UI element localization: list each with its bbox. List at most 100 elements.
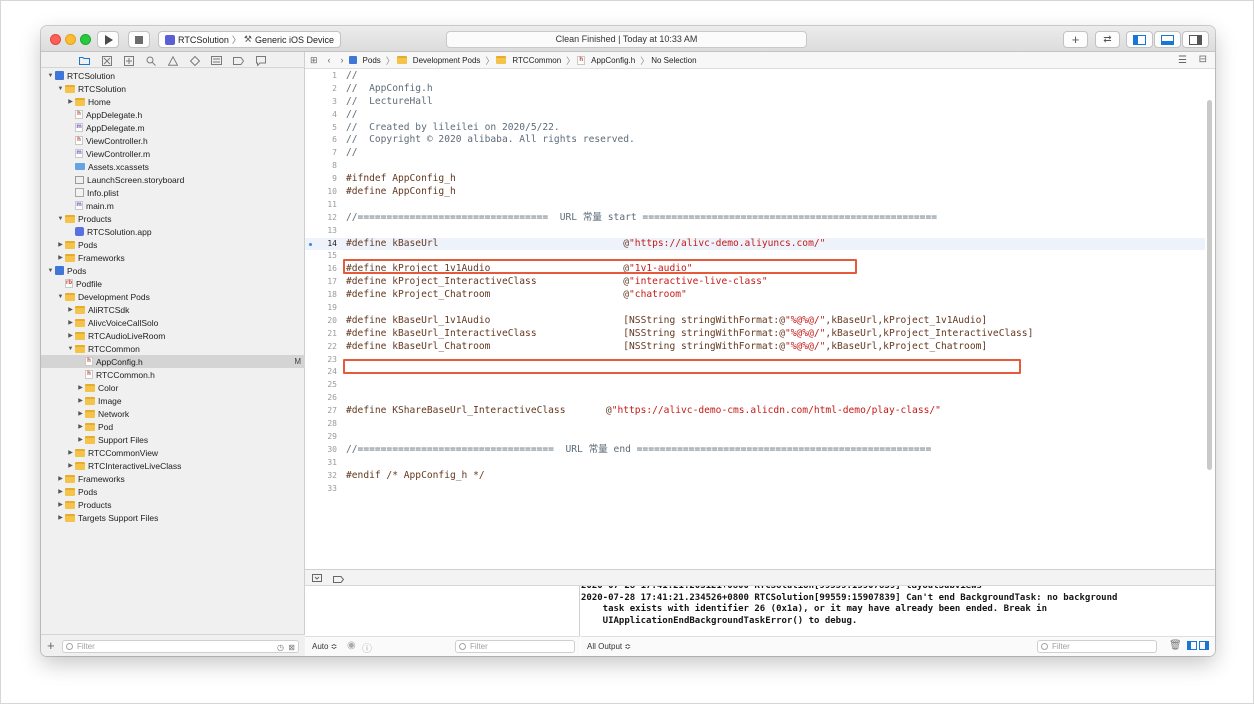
disclosure-collapsed-icon[interactable]: ▶: [76, 397, 85, 404]
code-line[interactable]: 25: [305, 379, 1205, 392]
code-line[interactable]: 26: [305, 392, 1205, 405]
forward-arrow-icon[interactable]: ›: [341, 55, 344, 65]
editor-options-icon[interactable]: ☰: [1178, 55, 1187, 66]
breadcrumb-rtccommon[interactable]: RTCCommon: [496, 56, 561, 65]
trash-icon[interactable]: 🗑: [1169, 640, 1182, 651]
disclosure-expanded-icon[interactable]: ▼: [46, 73, 55, 79]
disclosure-collapsed-icon[interactable]: ▶: [76, 410, 85, 417]
disclosure-collapsed-icon[interactable]: ▶: [66, 98, 75, 105]
tree-row[interactable]: ▼ Pods: [41, 264, 305, 277]
tree-row[interactable]: ▶ Frameworks: [41, 251, 305, 264]
code-line[interactable]: 3 // LectureHall: [305, 96, 1205, 109]
add-editor-icon[interactable]: ⊟: [1199, 54, 1207, 65]
disclosure-collapsed-icon[interactable]: ▶: [56, 488, 65, 495]
code-line[interactable]: 7 //: [305, 147, 1205, 160]
tree-row[interactable]: ▶ Color: [41, 381, 305, 394]
disclosure-expanded-icon[interactable]: ▼: [46, 268, 55, 274]
minimize-window-button[interactable]: [65, 34, 76, 45]
tree-row[interactable]: m AppDelegate.m: [41, 121, 305, 134]
test-icon[interactable]: [189, 55, 201, 66]
disclosure-collapsed-icon[interactable]: ▶: [56, 254, 65, 261]
tree-row[interactable]: ▶ Targets Support Files: [41, 511, 305, 524]
disclosure-collapsed-icon[interactable]: ▶: [66, 449, 75, 456]
code-line[interactable]: 10 #define AppConfig_h: [305, 186, 1205, 199]
breadcrumb-selection[interactable]: No Selection: [651, 56, 696, 65]
code-area[interactable]: 1 // 2 // AppConfig.h 3 // LectureHall 4 // 5 // …: [305, 70, 1205, 495]
disclosure-collapsed-icon[interactable]: ▶: [76, 384, 85, 391]
folder-icon[interactable]: [79, 55, 91, 66]
breadcrumb-development-pods[interactable]: Development Pods: [396, 56, 480, 65]
code-line[interactable]: 9 #ifndef AppConfig_h: [305, 173, 1205, 186]
tree-row[interactable]: ▶ Image: [41, 394, 305, 407]
breadcrumb-pods[interactable]: Pods: [348, 56, 381, 65]
code-line[interactable]: 20 #define kBaseUrl_1v1Audio [NSString st…: [305, 315, 1205, 328]
tree-row[interactable]: h AppDelegate.h: [41, 108, 305, 121]
breadcrumb-appconfig[interactable]: h AppConfig.h: [577, 55, 635, 65]
scheme-selector[interactable]: RTCSolution 〉 ⚒ Generic iOS Device: [158, 31, 341, 48]
code-line[interactable]: 6 // Copyright © 2020 alibaba. All rights…: [305, 134, 1205, 147]
disclosure-collapsed-icon[interactable]: ▶: [76, 423, 85, 430]
tree-row[interactable]: ▶ RTCInteractiveLiveClass: [41, 459, 305, 472]
tree-row[interactable]: rb Podfile: [41, 277, 305, 290]
disclosure-collapsed-icon[interactable]: ▶: [66, 306, 75, 313]
tree-row[interactable]: ▶ AliRTCSdk: [41, 303, 305, 316]
warning-icon[interactable]: [167, 55, 179, 66]
disclosure-collapsed-icon[interactable]: ▶: [76, 436, 85, 443]
disclosure-expanded-icon[interactable]: ▼: [56, 294, 65, 300]
code-line[interactable]: 17 #define kProject_InteractiveClass @"in…: [305, 276, 1205, 289]
disclosure-collapsed-icon[interactable]: ▶: [66, 319, 75, 326]
tree-row[interactable]: LaunchScreen.storyboard: [41, 173, 305, 186]
toggle-debug-area-button[interactable]: [1154, 31, 1181, 48]
code-line[interactable]: 14 #define kBaseUrl @"https://alivc-demo.…: [305, 237, 1205, 251]
tree-row[interactable]: h ViewController.h: [41, 134, 305, 147]
tree-row[interactable]: Info.plist: [41, 186, 305, 199]
output-filter-popup[interactable]: All Output ≎: [587, 642, 631, 651]
tree-row[interactable]: m main.m: [41, 199, 305, 212]
tree-row[interactable]: ▶ Pods: [41, 238, 305, 251]
related-items-icon[interactable]: ⊞: [310, 55, 318, 66]
code-line[interactable]: 18 #define kProject_Chatroom @"chatroom": [305, 289, 1205, 302]
code-line[interactable]: 28: [305, 418, 1205, 431]
code-review-button[interactable]: ⇄: [1095, 31, 1120, 48]
code-line[interactable]: 22 #define kBaseUrl_Chatroom [NSString st…: [305, 341, 1205, 354]
code-line[interactable]: 32 #endif /* AppConfig_h */: [305, 470, 1205, 483]
code-line[interactable]: 8: [305, 160, 1205, 173]
tree-row[interactable]: ▼ RTCCommon: [41, 342, 305, 355]
code-line[interactable]: 31: [305, 457, 1205, 470]
tree-row[interactable]: ▼ Development Pods: [41, 290, 305, 303]
toggle-navigator-button[interactable]: [1126, 31, 1153, 48]
console-filter-input[interactable]: Filter: [1037, 640, 1157, 653]
tree-row[interactable]: ▶ Frameworks: [41, 472, 305, 485]
tree-row[interactable]: ▶ Support Files: [41, 433, 305, 446]
run-button[interactable]: [97, 31, 119, 48]
variables-filter-input[interactable]: Filter: [455, 640, 575, 653]
toggle-inspector-button[interactable]: [1182, 31, 1209, 48]
recent-files-icon[interactable]: ◷: [277, 642, 284, 653]
code-line[interactable]: 11: [305, 199, 1205, 212]
auto-scope-popup[interactable]: Auto ≎: [312, 642, 337, 651]
disclosure-collapsed-icon[interactable]: ▶: [56, 514, 65, 521]
code-line[interactable]: 5 // Created by lileilei on 2020/5/22.: [305, 122, 1205, 135]
code-line[interactable]: 19: [305, 302, 1205, 315]
disclosure-collapsed-icon[interactable]: ▶: [56, 241, 65, 248]
tree-row[interactable]: ▶ Network: [41, 407, 305, 420]
report-icon[interactable]: [255, 55, 267, 66]
info-icon[interactable]: ⓘ: [362, 640, 372, 655]
disclosure-expanded-icon[interactable]: ▼: [56, 216, 65, 222]
tree-row[interactable]: Assets.xcassets: [41, 160, 305, 173]
tree-row[interactable]: ▶ RTCAudioLiveRoom: [41, 329, 305, 342]
tree-row[interactable]: h RTCCommon.h: [41, 368, 305, 381]
tree-row[interactable]: ▼ RTCSolution: [41, 69, 305, 82]
disclosure-collapsed-icon[interactable]: ▶: [56, 501, 65, 508]
code-line[interactable]: 33: [305, 483, 1205, 496]
stop-button[interactable]: [128, 31, 150, 48]
code-line[interactable]: 27 #define KShareBaseUrl_InteractiveClass…: [305, 405, 1205, 418]
tree-row[interactable]: ▶ Products: [41, 498, 305, 511]
hide-debug-area-icon[interactable]: [312, 573, 322, 585]
code-line[interactable]: 30 //================================== U…: [305, 444, 1205, 457]
tree-row[interactable]: m ViewController.m: [41, 147, 305, 160]
split-view-right-icon[interactable]: [1199, 641, 1209, 652]
disclosure-expanded-icon[interactable]: ▼: [66, 346, 75, 352]
code-line[interactable]: 1 //: [305, 70, 1205, 83]
add-file-icon[interactable]: +: [47, 638, 55, 653]
